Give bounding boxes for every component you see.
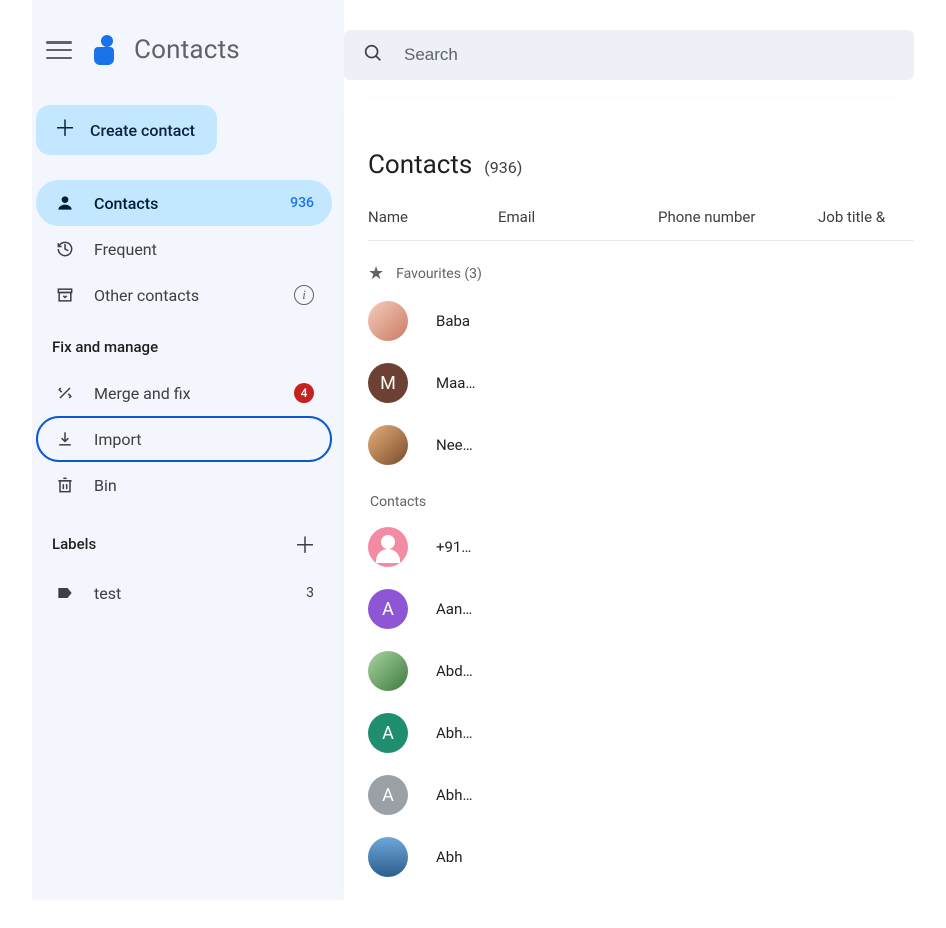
person-icon xyxy=(54,192,76,214)
contact-name: Baba xyxy=(436,312,470,330)
create-contact-button[interactable]: ＋ Create contact xyxy=(36,105,217,155)
contact-row[interactable]: A Aan… xyxy=(368,578,914,640)
sidebar-item-contacts[interactable]: Contacts 936 xyxy=(36,180,332,226)
avatar xyxy=(368,651,408,691)
contact-row[interactable]: A Abh… xyxy=(368,702,914,764)
sidebar-item-merge-fix[interactable]: Merge and fix 4 xyxy=(36,370,332,416)
avatar: M xyxy=(368,363,408,403)
search-input[interactable] xyxy=(402,44,896,66)
contact-name: Nee… xyxy=(436,436,473,454)
merge-fix-badge: 4 xyxy=(294,383,314,403)
sidebar-item-label: Merge and fix xyxy=(94,384,276,403)
contact-row[interactable]: +91… xyxy=(368,516,914,578)
app-title: Contacts xyxy=(134,35,240,65)
avatar: A xyxy=(368,713,408,753)
contact-row[interactable]: A Abh… xyxy=(368,764,914,826)
contact-row[interactable]: M Maa… xyxy=(368,352,914,414)
avatar: A xyxy=(368,589,408,629)
contact-row[interactable]: Baba xyxy=(368,290,914,352)
contact-name: +91… xyxy=(436,538,471,556)
label-text: test xyxy=(94,584,288,603)
avatar xyxy=(368,301,408,341)
sidebar-item-import[interactable]: Import xyxy=(36,416,332,462)
sidebar-item-label: Other contacts xyxy=(94,286,276,305)
col-job[interactable]: Job title & xyxy=(818,208,910,226)
col-name[interactable]: Name xyxy=(368,208,498,226)
history-icon xyxy=(54,238,76,260)
contact-name: Abh… xyxy=(436,724,473,742)
section-fix-and-manage: Fix and manage xyxy=(36,318,332,370)
col-phone[interactable]: Phone number xyxy=(658,208,818,226)
trash-icon xyxy=(54,474,76,496)
sidebar-item-label: Import xyxy=(94,430,314,449)
contact-name: Abd… xyxy=(436,662,473,680)
create-contact-label: Create contact xyxy=(90,121,195,140)
search-icon xyxy=(362,42,384,68)
avatar xyxy=(368,425,408,465)
contact-name: Abh… xyxy=(436,786,473,804)
sidebar-item-count: 936 xyxy=(290,195,314,211)
plus-icon: ＋ xyxy=(54,119,76,141)
sidebar-item-label: Contacts xyxy=(94,194,272,213)
contact-row[interactable]: Abh xyxy=(368,826,914,888)
label-icon xyxy=(54,582,76,604)
tools-icon xyxy=(54,382,76,404)
hamburger-menu-icon[interactable] xyxy=(46,41,72,59)
avatar: A xyxy=(368,775,408,815)
star-icon: ★ xyxy=(368,263,384,284)
page-count: (936) xyxy=(484,158,522,177)
contact-name: Maa… xyxy=(436,374,475,392)
info-icon[interactable]: i xyxy=(294,285,314,305)
contact-row[interactable]: Abd… xyxy=(368,640,914,702)
contact-name: Abh xyxy=(436,848,462,866)
contact-row[interactable]: Nee… xyxy=(368,414,914,476)
col-email[interactable]: Email xyxy=(498,208,658,226)
search-bar[interactable] xyxy=(344,30,914,80)
sidebar-item-label: Bin xyxy=(94,476,314,495)
download-icon xyxy=(54,428,76,450)
favourites-heading: Favourites (3) xyxy=(396,266,482,282)
avatar xyxy=(368,837,408,877)
contacts-subheading: Contacts xyxy=(368,494,914,510)
labels-heading: Labels xyxy=(52,535,96,553)
sidebar-label-item[interactable]: test 3 xyxy=(36,570,332,616)
sidebar-item-bin[interactable]: Bin xyxy=(36,462,332,508)
sidebar-item-frequent[interactable]: Frequent xyxy=(36,226,332,272)
sidebar-item-other-contacts[interactable]: Other contacts i xyxy=(36,272,332,318)
contact-name: Aan… xyxy=(436,600,472,618)
page-title: Contacts xyxy=(368,150,472,180)
archive-icon xyxy=(54,284,76,306)
app-logo xyxy=(94,35,122,65)
label-count: 3 xyxy=(306,585,314,601)
avatar xyxy=(368,527,408,567)
column-headers: Name Email Phone number Job title & xyxy=(368,208,914,241)
add-label-button[interactable]: ＋ xyxy=(294,528,316,560)
sidebar-item-label: Frequent xyxy=(94,240,314,259)
